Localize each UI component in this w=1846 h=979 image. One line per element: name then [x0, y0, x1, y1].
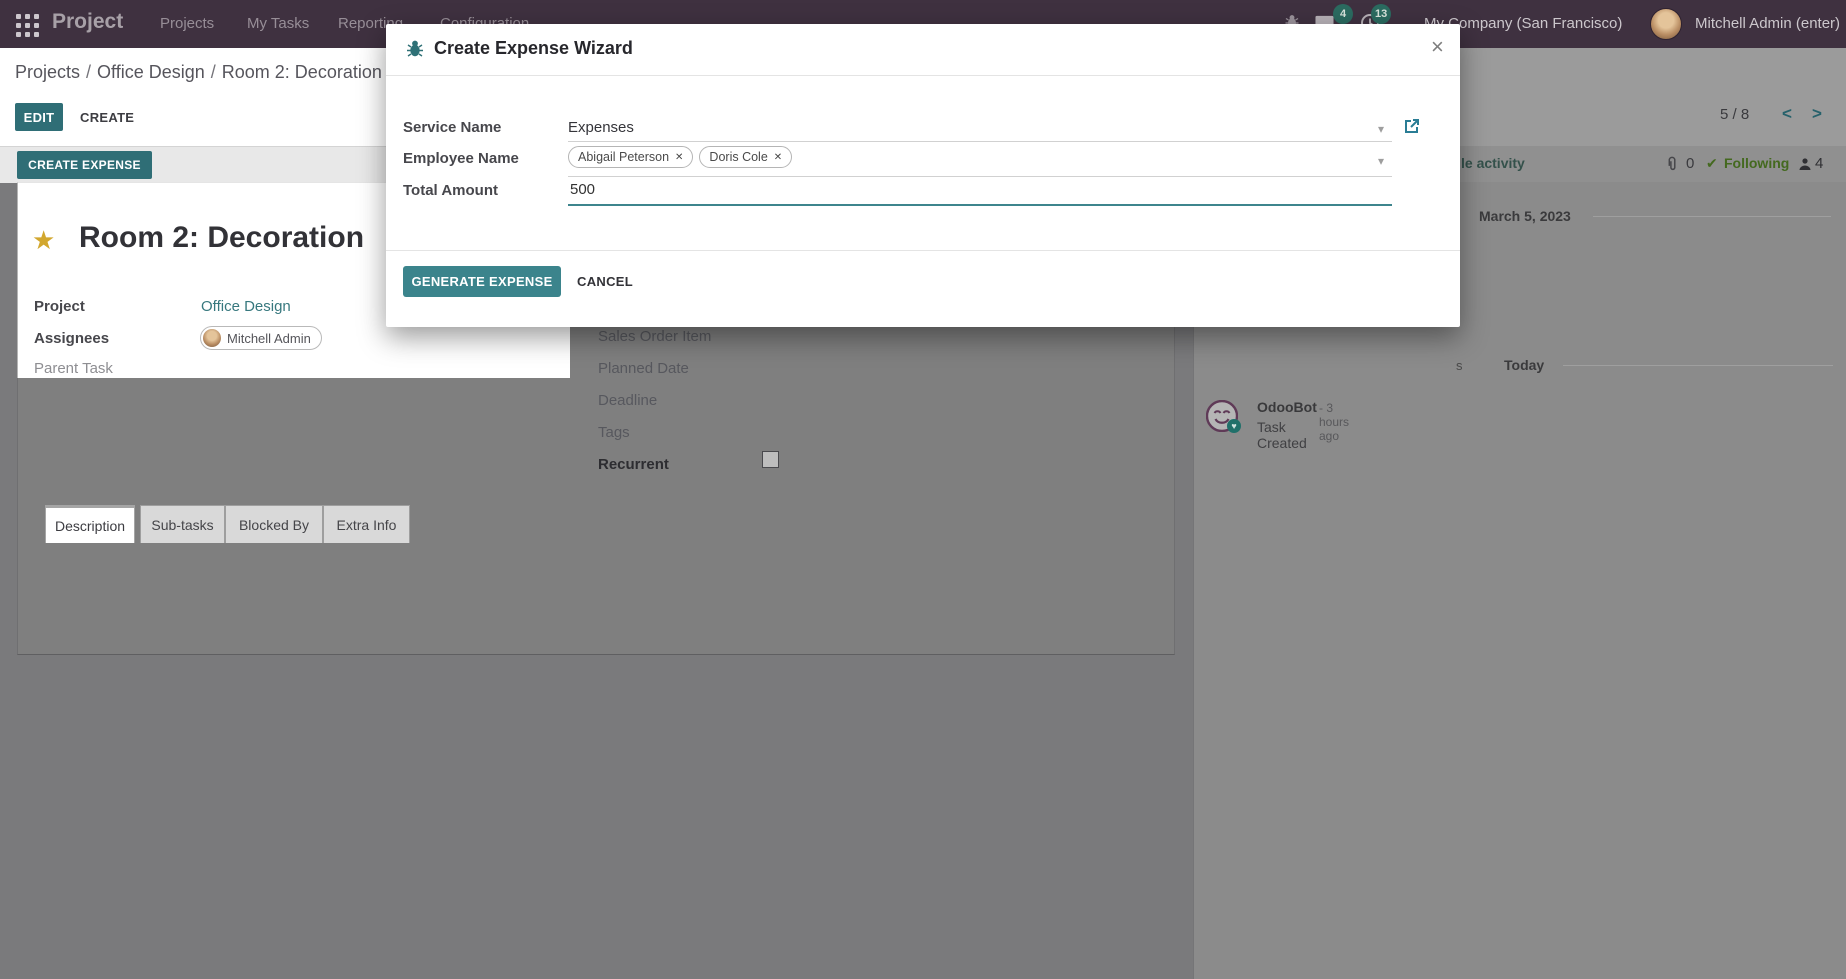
- project-link[interactable]: Office Design: [201, 298, 291, 315]
- field-label-recurrent: Recurrent: [598, 456, 669, 473]
- modal-title: Create Expense Wizard: [434, 38, 633, 58]
- user-avatar[interactable]: [1650, 8, 1682, 40]
- following-button[interactable]: Following: [1724, 155, 1789, 171]
- message-body: Task Created: [1257, 419, 1307, 451]
- partial-text-remnant: s: [1456, 358, 1463, 373]
- paperclip-icon[interactable]: [1665, 156, 1680, 172]
- following-check-icon: ✔: [1706, 155, 1718, 171]
- user-menu[interactable]: Mitchell Admin (enter): [1695, 15, 1840, 32]
- today-divider: Today: [1504, 357, 1545, 373]
- tab-description[interactable]: Description: [45, 505, 135, 543]
- message-timestamp: - 3 hours ago: [1319, 401, 1350, 443]
- generate-expense-button[interactable]: GENERATE EXPENSE: [403, 266, 561, 297]
- follower-count: 4: [1815, 155, 1824, 172]
- employee-tag-name: Doris Cole: [709, 150, 768, 164]
- bug-icon: [405, 39, 425, 59]
- task-title: Room 2: Decoration: [79, 221, 365, 254]
- employee-name-underline: [568, 176, 1392, 177]
- employee-name-label: Employee Name: [403, 150, 519, 167]
- messages-badge: 4: [1333, 4, 1353, 24]
- cancel-button[interactable]: CANCEL: [577, 266, 633, 297]
- field-label-parent-task: Parent Task: [34, 360, 113, 377]
- employee-tag[interactable]: Doris Cole ✕: [699, 146, 793, 168]
- field-label-assignees: Assignees: [34, 330, 110, 347]
- app-window: Project Projects My Tasks Reporting Conf…: [0, 0, 1846, 979]
- external-link-icon[interactable]: [1402, 117, 1421, 136]
- employee-tag[interactable]: Abigail Peterson ✕: [568, 146, 694, 168]
- schedule-activity-button-partial[interactable]: le activity: [1461, 155, 1525, 171]
- tab-blocked-by[interactable]: Blocked By: [225, 505, 323, 543]
- assignee-name: Mitchell Admin: [227, 330, 311, 346]
- employee-tag-name: Abigail Peterson: [578, 150, 670, 164]
- total-amount-focused-underline: [568, 204, 1392, 206]
- modal-header-divider: [386, 75, 1460, 76]
- edit-button[interactable]: EDIT: [15, 103, 63, 131]
- breadcrumb: Projects / Office Design / Room 2: Decoratio…: [15, 62, 382, 82]
- field-label-project: Project: [34, 298, 85, 315]
- field-label-deadline: Deadline: [598, 392, 658, 409]
- pager-counter: 5 / 8: [1720, 106, 1750, 123]
- pager-previous-button[interactable]: <: [1782, 104, 1792, 124]
- create-expense-button[interactable]: CREATE EXPENSE: [17, 151, 152, 179]
- field-label-sales-order-item: Sales Order Item: [598, 328, 712, 345]
- message-author: OdooBot: [1257, 399, 1317, 415]
- create-expense-wizard-modal: Create Expense Wizard × Service Name Exp…: [386, 24, 1460, 327]
- breadcrumb-projects[interactable]: Projects: [15, 62, 80, 82]
- breadcrumb-office-design[interactable]: Office Design: [97, 62, 205, 82]
- tab-sub-tasks[interactable]: Sub-tasks: [140, 505, 225, 543]
- followers-icon[interactable]: [1798, 157, 1812, 171]
- apps-grid-icon[interactable]: [16, 14, 40, 38]
- nav-item-projects[interactable]: Projects: [160, 15, 214, 32]
- date-divider-line: [1593, 216, 1831, 217]
- employee-tags: Abigail Peterson ✕ Doris Cole ✕: [568, 146, 798, 168]
- app-brand[interactable]: Project: [52, 10, 123, 34]
- total-amount-label: Total Amount: [403, 182, 498, 199]
- nav-item-my-tasks[interactable]: My Tasks: [247, 15, 309, 32]
- total-amount-input[interactable]: [570, 181, 1390, 198]
- favorite-star-icon[interactable]: ★: [32, 227, 55, 253]
- tag-remove-icon[interactable]: ✕: [774, 152, 782, 163]
- recurrent-checkbox[interactable]: [762, 451, 779, 468]
- close-icon[interactable]: ×: [1431, 36, 1444, 58]
- modal-footer-divider: [386, 250, 1460, 251]
- today-divider-line: [1563, 365, 1833, 366]
- field-label-planned-date: Planned Date: [598, 360, 689, 377]
- chevron-down-icon[interactable]: ▾: [1378, 155, 1384, 167]
- service-name-underline: [568, 141, 1392, 142]
- service-name-value[interactable]: Expenses: [568, 119, 634, 136]
- assignee-pill[interactable]: Mitchell Admin: [200, 326, 322, 350]
- tab-extra-info[interactable]: Extra Info: [323, 505, 410, 543]
- field-label-tags: Tags: [598, 424, 630, 441]
- activities-badge: 13: [1371, 4, 1392, 24]
- chevron-down-icon[interactable]: ▾: [1378, 123, 1384, 135]
- breadcrumb-current-task: Room 2: Decoration: [221, 62, 382, 82]
- pager-next-button[interactable]: >: [1812, 104, 1822, 124]
- attachment-count: 0: [1686, 155, 1695, 172]
- service-name-label: Service Name: [403, 119, 502, 136]
- date-divider: March 5, 2023: [1479, 208, 1571, 224]
- odoobot-heart-badge: ♥: [1227, 419, 1241, 433]
- assignee-avatar: [203, 329, 221, 347]
- create-button[interactable]: CREATE: [80, 103, 134, 131]
- tag-remove-icon[interactable]: ✕: [675, 152, 683, 163]
